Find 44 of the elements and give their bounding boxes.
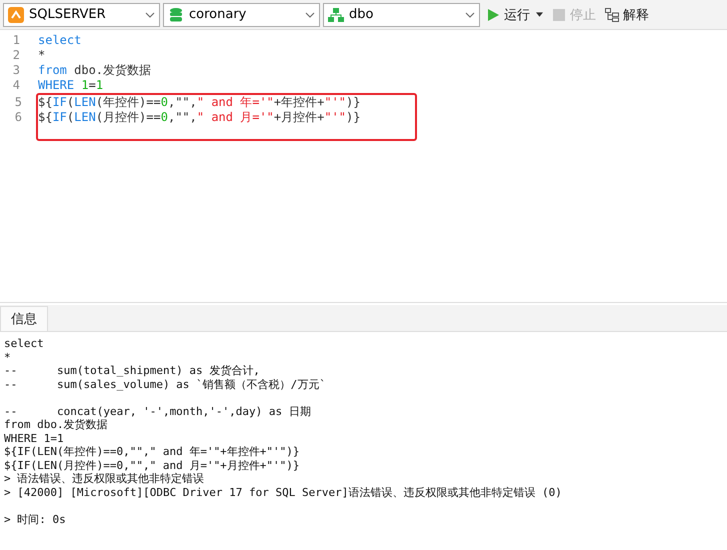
output-line: ${IF(LEN(月控件)==0,""," and 月='"+月控件+"'")} <box>4 458 301 472</box>
output-line: -- sum(total_shipment) as 发货合计, <box>4 364 261 378</box>
chevron-icon <box>465 12 475 18</box>
output-line: -- concat(year, '-',month,'-',day) as 日期 <box>4 404 312 418</box>
output-line: from dbo.发货数据 <box>4 418 109 432</box>
line-number: 1 <box>12 33 20 48</box>
line-number: 6 <box>14 110 22 125</box>
code-line: from dbo.发货数据 <box>38 63 152 78</box>
dropdown[interactable]: SQLSERVER <box>3 2 160 26</box>
caret-icon <box>536 12 543 17</box>
code-line: WHERE 1=1 <box>38 78 104 93</box>
code-line: * <box>38 48 46 63</box>
dropdown-value: dbo <box>349 7 374 22</box>
output-line: * <box>4 350 12 364</box>
output-line: ${IF(LEN(年控件)==0,""," and 年='"+年控件+"'")} <box>4 445 301 458</box>
output-line: > [42000] [Microsoft][ODBC Driver 17 for SQL Server]语法错误、违反权限或其他非特定错误 (0) <box>4 486 563 499</box>
code-line: select <box>38 33 82 48</box>
output-line: select <box>4 337 45 350</box>
database-icon <box>168 6 184 22</box>
toolbar-button[interactable]: 解释 <box>602 4 652 26</box>
server-icon <box>8 6 24 22</box>
code-line: ${IF(LEN(年控件)==0,""," and 年='"+年控件+"'")} <box>38 95 360 110</box>
output-line: -- sum(sales_volume) as `销售额（不含税）/万元` <box>4 378 327 391</box>
stop-icon <box>552 8 566 22</box>
line-number: 3 <box>12 63 20 78</box>
code-line: ${IF(LEN(月控件)==0,""," and 月='"+月控件+"'")} <box>38 110 360 125</box>
toolbar-button[interactable]: 运行 <box>483 4 546 26</box>
output-line: WHERE 1=1 <box>4 432 65 445</box>
code-editor[interactable]: 1 select 2 * 3 from dbo.发货数据 4 WHERE 1=1 5 ${IF(LEN(年控件)==0,""," and 年='"+年控件+"'")} 6 ${IF(LEN(月控件)==0,""," and 月='"+月控件+"'")} <box>0 30 727 303</box>
line-number: 5 <box>14 95 22 110</box>
dropdown-value: SQLSERVER <box>29 7 107 22</box>
dropdown-value: coronary <box>189 7 248 22</box>
hierarchy-icon <box>328 6 344 22</box>
output-line: > 时间: 0s <box>4 512 67 526</box>
line-number: 4 <box>12 78 20 93</box>
dropdown[interactable]: coronary <box>163 2 320 26</box>
chevron-icon <box>145 12 155 18</box>
tab[interactable]: 信息 <box>0 306 48 331</box>
line-number: 2 <box>12 48 20 63</box>
output-line: > 语法错误、违反权限或其他非特定错误 <box>4 472 206 486</box>
chevron-icon <box>305 12 315 18</box>
tree-diagram-icon <box>605 8 619 22</box>
play-icon <box>486 8 500 22</box>
dropdown[interactable]: dbo <box>323 2 480 26</box>
